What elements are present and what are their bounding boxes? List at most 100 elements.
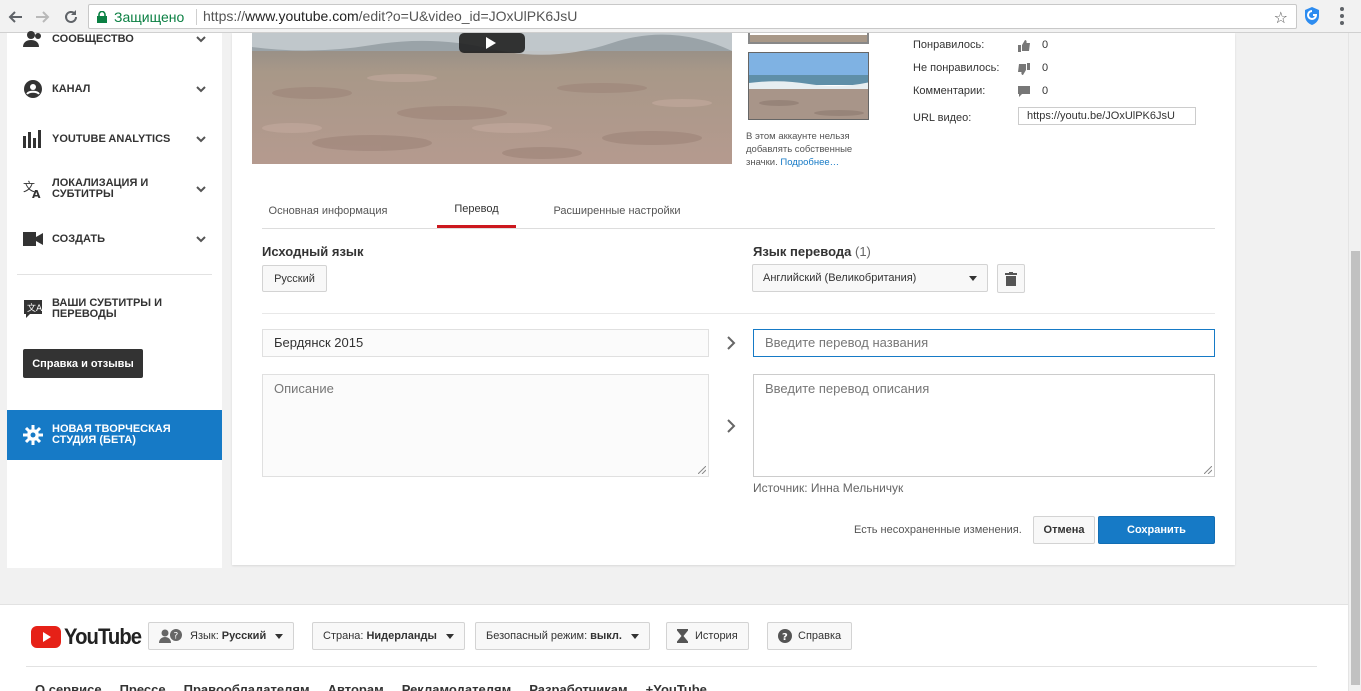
footer-link-plus-youtube[interactable]: +YouTube (646, 682, 707, 691)
video-url-field[interactable]: https://youtu.be/JOxUlPK6JsU (1018, 107, 1196, 125)
sidebar-item-label: СООБЩЕСТВО (52, 32, 134, 45)
channel-icon (23, 79, 43, 99)
dropdown-caret-icon (969, 276, 977, 281)
svg-text:文A: 文A (27, 302, 43, 314)
chevron-down-icon (196, 236, 206, 243)
youtube-logo[interactable]: YouTube (31, 624, 148, 650)
sidebar-item-analytics[interactable]: YOUTUBE ANALYTICS (7, 119, 222, 159)
safety-label: Безопасный режим: (486, 630, 588, 642)
chevron-right-icon (727, 419, 736, 433)
dropdown-caret-icon (630, 633, 639, 639)
footer-link-copyright[interactable]: Правообладателям (184, 682, 310, 691)
country-value: Нидерланды (366, 630, 437, 642)
tab-basic-info[interactable]: Основная информация (262, 193, 394, 228)
likes-count: 0 (1042, 39, 1049, 51)
tab-advanced-settings[interactable]: Расширенные настройки (551, 193, 683, 228)
original-title-field: Бердянск 2015 (262, 329, 709, 357)
footer-link-advertise[interactable]: Рекламодателям (402, 682, 511, 691)
help-button[interactable]: ? Справка (767, 622, 853, 650)
video-player[interactable] (252, 33, 732, 164)
translate-icon: 文A (23, 179, 43, 199)
language-value: Русский (221, 630, 267, 642)
thumbnail-note: В этом аккаунте нельзя добавлять собстве… (746, 130, 871, 169)
analytics-icon (23, 129, 43, 149)
translation-source-credit: Источник: Инна Мельничук (753, 481, 904, 495)
url-text[interactable]: https://www.youtube.com/edit?o=U&video_i… (203, 8, 577, 24)
history-label: История (695, 630, 738, 642)
svg-text:?: ? (782, 632, 788, 643)
resize-handle-icon[interactable] (1204, 466, 1212, 474)
address-bar[interactable]: Защищено https://www.youtube.com/edit?o=… (88, 4, 1297, 29)
thumbs-up-icon (1018, 40, 1030, 52)
target-language-count: (1) (854, 244, 871, 259)
dropdown-caret-icon (275, 633, 284, 639)
edit-tabs: Основная информация Перевод Расширенные … (262, 193, 1215, 229)
sidebar-item-community[interactable]: СООБЩЕСТВО (7, 19, 222, 59)
translated-title-input[interactable]: Введите перевод названия (753, 329, 1215, 357)
source-language-heading: Исходный язык (262, 244, 364, 259)
browser-menu-icon[interactable] (1336, 5, 1348, 27)
cancel-button[interactable]: Отмена (1033, 516, 1095, 544)
thumbnail-option[interactable] (748, 52, 869, 120)
svg-text:?: ? (174, 632, 179, 642)
save-button[interactable]: Сохранить (1098, 516, 1215, 544)
video-frame-image (252, 33, 732, 164)
language-picker-button[interactable]: ? Язык: Русский (148, 622, 295, 650)
footer-link-creators[interactable]: Авторам (328, 682, 384, 691)
safety-mode-button[interactable]: Безопасный режим: выкл. (475, 622, 650, 650)
translated-description-placeholder: Введите перевод описания (765, 381, 930, 396)
learn-more-link[interactable]: Подробнее… (780, 157, 839, 168)
thumbnail-option[interactable] (748, 33, 869, 44)
resize-handle-icon[interactable] (698, 466, 706, 474)
camera-icon (23, 229, 43, 249)
dislikes-label: Не понравилось: (913, 62, 1000, 74)
unsaved-changes-text: Есть несохраненные изменения. (854, 524, 1022, 536)
dropdown-caret-icon (445, 633, 454, 639)
safety-value: выкл. (590, 630, 622, 642)
chevron-down-icon (196, 136, 206, 143)
sidebar-divider (17, 274, 212, 275)
translated-title-placeholder: Введите перевод названия (765, 335, 929, 350)
target-language-select[interactable]: Английский (Великобритания) (752, 264, 988, 292)
chevron-right-icon (727, 336, 736, 350)
sidebar-item-subtitles[interactable]: 文A ВАШИ СУБТИТРЫ И ПЕРЕВОДЫ (7, 289, 222, 329)
footer-link-developers[interactable]: Разработчикам (529, 682, 627, 691)
comments-label: Комментарии: (913, 85, 986, 97)
language-label: Язык: (190, 630, 219, 642)
extension-shield-icon[interactable] (1303, 6, 1321, 26)
gear-icon (23, 425, 43, 445)
sidebar-item-create[interactable]: СОЗДАТЬ (7, 219, 222, 259)
url-host: www.youtube.com (245, 8, 359, 24)
youtube-wordmark: YouTube (64, 624, 142, 649)
help-feedback-button[interactable]: Справка и отзывы (23, 349, 143, 378)
sidebar-item-label: СОЗДАТЬ (52, 232, 105, 245)
hourglass-icon (677, 629, 688, 643)
footer-link-press[interactable]: Прессе (120, 682, 166, 691)
country-label: Страна: (323, 630, 364, 642)
bookmark-star-icon[interactable]: ☆ (1274, 8, 1288, 28)
video-edit-card: В этом аккаунте нельзя добавлять собстве… (232, 33, 1235, 565)
source-language-button[interactable]: Русский (262, 265, 327, 292)
comments-count: 0 (1042, 85, 1049, 97)
history-button[interactable]: История (666, 622, 749, 650)
sidebar: СООБЩЕСТВО КАНАЛ YOUTUBE ANALYTICS 文A ЛО… (7, 31, 222, 568)
sidebar-item-label: YOUTUBE ANALYTICS (52, 132, 171, 145)
thumbs-down-icon (1018, 63, 1030, 75)
chevron-down-icon (196, 186, 206, 193)
original-description-field: Описание (262, 374, 709, 477)
footer-link-about[interactable]: О сервисе (35, 682, 102, 691)
sidebar-item-localization[interactable]: 文A ЛОКАЛИЗАЦИЯ И СУБТИТРЫ (7, 169, 222, 209)
translated-description-input[interactable]: Введите перевод описания (753, 374, 1215, 477)
sidebar-item-channel[interactable]: КАНАЛ (7, 69, 222, 109)
scrollbar-thumb[interactable] (1351, 251, 1360, 685)
original-description-placeholder: Описание (274, 381, 334, 396)
delete-translation-button[interactable] (997, 264, 1025, 293)
help-label: Справка (798, 630, 842, 642)
sidebar-item-label: КАНАЛ (52, 82, 91, 95)
tab-translation[interactable]: Перевод (437, 193, 516, 228)
page-scrollbar[interactable] (1348, 33, 1361, 691)
section-divider (262, 313, 1215, 314)
country-picker-button[interactable]: Страна: Нидерланды (312, 622, 465, 650)
new-studio-button[interactable]: НОВАЯ ТВОРЧЕСКАЯ СТУДИЯ (БЕТА) (7, 410, 222, 460)
new-studio-label: НОВАЯ ТВОРЧЕСКАЯ СТУДИЯ (БЕТА) (52, 423, 171, 446)
